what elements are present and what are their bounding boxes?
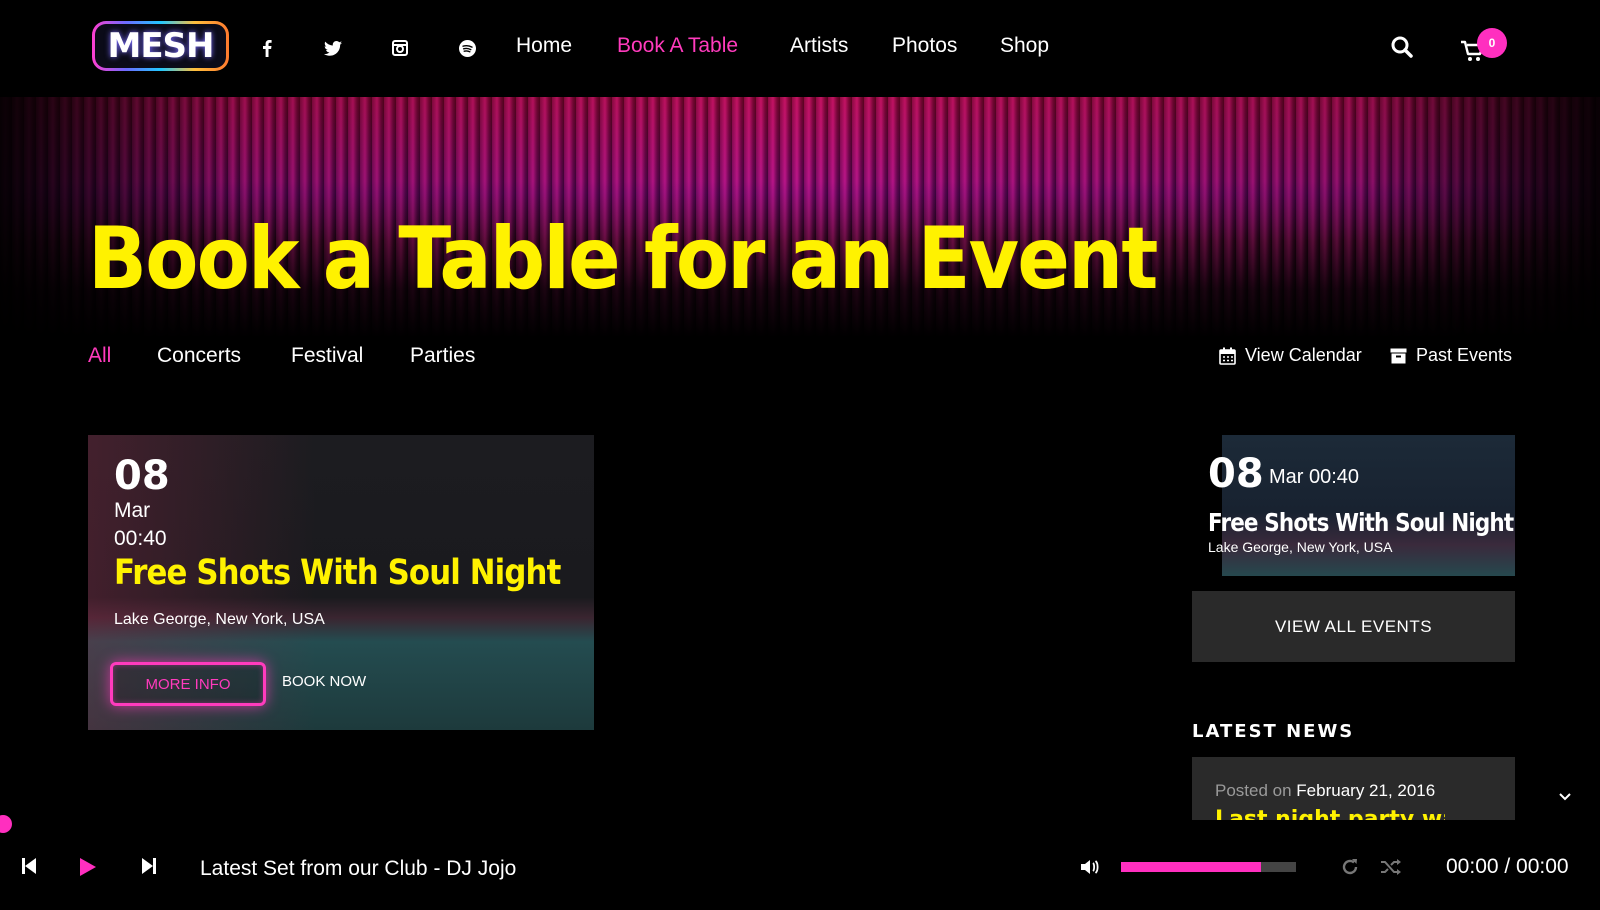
- sidebar-event-card[interactable]: 08 Mar 00:40 Free Shots With Soul Night …: [1192, 435, 1515, 576]
- event-time: 00:40: [114, 527, 167, 550]
- event-day: 08: [114, 453, 170, 499]
- sidebar-event-date: Mar 00:40: [1269, 466, 1360, 488]
- instagram-icon[interactable]: [388, 36, 412, 60]
- nav-shop[interactable]: Shop: [1000, 34, 1049, 58]
- volume-icon[interactable]: [1080, 858, 1100, 880]
- past-events-label: Past Events: [1416, 345, 1513, 365]
- filter-all[interactable]: All: [88, 344, 111, 368]
- now-playing-title: Latest Set from our Club - DJ Jojo: [200, 857, 517, 880]
- page-title: Book a Table for an Event: [88, 209, 1158, 309]
- facebook-icon[interactable]: [255, 36, 279, 60]
- view-calendar-link[interactable]: View Calendar: [1219, 345, 1362, 366]
- site-header: MESH Home Book A Table Artists Photos Sh…: [0, 0, 1600, 97]
- track-time: 00:00 / 00:00: [1446, 855, 1569, 878]
- news-card[interactable]: Posted on February 21, 2016 Last night p…: [1192, 757, 1515, 820]
- nav-book-a-table[interactable]: Book A Table: [617, 34, 738, 58]
- audio-player: Latest Set from our Club - DJ Jojo 00:00…: [0, 838, 1600, 910]
- sidebar-event-location: Lake George, New York, USA: [1208, 539, 1393, 555]
- news-title[interactable]: Last night party was a: [1215, 809, 1445, 820]
- volume-slider[interactable]: [1121, 862, 1296, 872]
- filter-concerts[interactable]: Concerts: [157, 344, 241, 368]
- event-month: Mar: [114, 499, 151, 522]
- sidebar-event-title[interactable]: Free Shots With Soul Night: [1208, 508, 1514, 537]
- nav-artists[interactable]: Artists: [790, 34, 848, 58]
- next-track-icon[interactable]: [142, 858, 156, 878]
- latest-news-heading: LATEST NEWS: [1192, 721, 1355, 742]
- event-location: Lake George, New York, USA: [114, 611, 325, 628]
- logo-text: MESH: [95, 24, 226, 68]
- book-now-button[interactable]: BOOK NOW: [282, 673, 366, 690]
- nav-photos[interactable]: Photos: [892, 34, 957, 58]
- shuffle-icon[interactable]: [1380, 858, 1402, 880]
- volume-level: [1121, 862, 1261, 872]
- calendar-icon: [1219, 347, 1236, 365]
- track-progress-handle[interactable]: [0, 815, 12, 833]
- event-title[interactable]: Free Shots With Soul Night: [114, 553, 561, 593]
- news-date: February 21, 2016: [1296, 781, 1436, 800]
- sidebar-event-day: 08: [1208, 451, 1264, 497]
- play-icon[interactable]: [80, 858, 96, 880]
- filter-parties[interactable]: Parties: [410, 344, 475, 368]
- spotify-icon[interactable]: [455, 36, 479, 60]
- news-posted-prefix: Posted on: [1215, 781, 1292, 800]
- event-card[interactable]: 08 Mar 00:40 Free Shots With Soul Night …: [88, 435, 594, 730]
- cart-count-badge: 0: [1477, 28, 1507, 58]
- twitter-icon[interactable]: [321, 36, 345, 60]
- view-calendar-label: View Calendar: [1245, 345, 1362, 365]
- previous-track-icon[interactable]: [22, 858, 36, 878]
- news-posted-on: Posted on February 21, 2016: [1215, 781, 1435, 801]
- site-logo[interactable]: MESH: [92, 21, 229, 71]
- chevron-down-icon[interactable]: [1558, 786, 1572, 805]
- repeat-icon[interactable]: [1340, 857, 1360, 881]
- nav-home[interactable]: Home: [516, 34, 572, 58]
- view-all-events-button[interactable]: VIEW ALL EVENTS: [1192, 591, 1515, 662]
- search-icon[interactable]: [1391, 36, 1413, 62]
- filter-festival[interactable]: Festival: [291, 344, 363, 368]
- more-info-button[interactable]: MORE INFO: [110, 662, 266, 706]
- past-events-link[interactable]: Past Events: [1390, 345, 1512, 366]
- archive-icon: [1390, 348, 1407, 363]
